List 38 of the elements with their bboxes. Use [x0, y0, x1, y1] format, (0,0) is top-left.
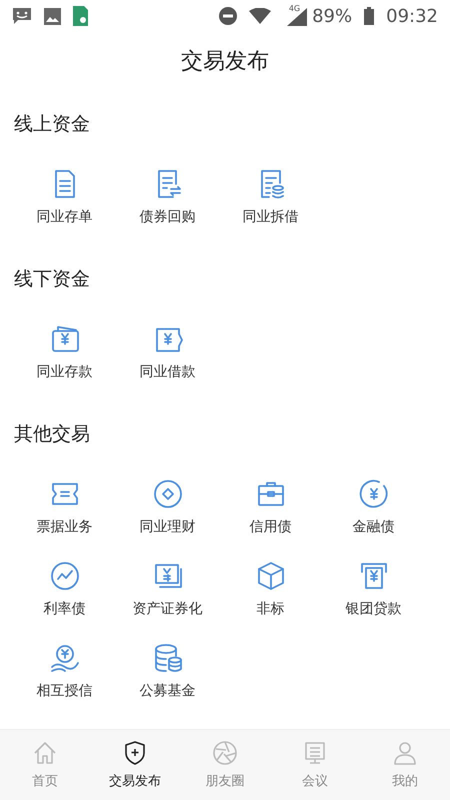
sim-card-icon: [73, 6, 88, 26]
menu-item-label[interactable]: 资产证券化: [132, 600, 202, 618]
menu-item-label[interactable]: 非标: [256, 600, 284, 618]
battery-icon: [364, 7, 374, 25]
menu-item-label[interactable]: 同业存款: [36, 363, 92, 381]
clock: 09:32: [386, 6, 438, 26]
shield-plus-icon: [122, 740, 148, 766]
tab[interactable]: 交易发布: [90, 730, 180, 800]
network-type: 4G: [288, 4, 300, 13]
menu-item-label[interactable]: 债券回购: [140, 208, 196, 226]
section-title: 线下资金: [14, 267, 91, 292]
aperture-icon: [212, 740, 238, 766]
coin-icon[interactable]: [152, 478, 184, 510]
menu-item-label[interactable]: 同业拆借: [242, 208, 298, 226]
home-icon: [32, 740, 58, 766]
do-not-disturb-icon: [218, 7, 237, 25]
menu-item-label[interactable]: 信用债: [250, 518, 292, 536]
menu-item-label[interactable]: 同业存单: [36, 208, 92, 226]
menu-item-label[interactable]: 公募基金: [140, 682, 196, 700]
battery-percentage: 89%: [312, 6, 352, 26]
hand-coin-icon[interactable]: [48, 642, 80, 674]
yen-circle-icon[interactable]: [358, 478, 390, 510]
monitor-icon: [302, 740, 328, 766]
menu-item-label[interactable]: 票据业务: [36, 518, 92, 536]
section-title: 线上资金: [14, 112, 91, 137]
trend-chart-icon[interactable]: [48, 560, 80, 592]
section-title: 其他交易: [14, 422, 91, 447]
menu-item-label[interactable]: 利率债: [44, 600, 86, 618]
message-icon: [12, 7, 32, 25]
wifi-icon: [248, 8, 271, 24]
menu-item-label[interactable]: 银团贷款: [346, 600, 402, 618]
user-icon: [392, 740, 418, 766]
menu-item-label[interactable]: 金融债: [352, 518, 394, 536]
menu-item-label[interactable]: 同业借款: [140, 363, 196, 381]
menu-item-label[interactable]: 相互授信: [36, 682, 92, 700]
menu-item-label[interactable]: 同业理财: [140, 518, 196, 536]
image-icon: [44, 8, 61, 24]
page-title: 交易发布: [180, 48, 270, 76]
